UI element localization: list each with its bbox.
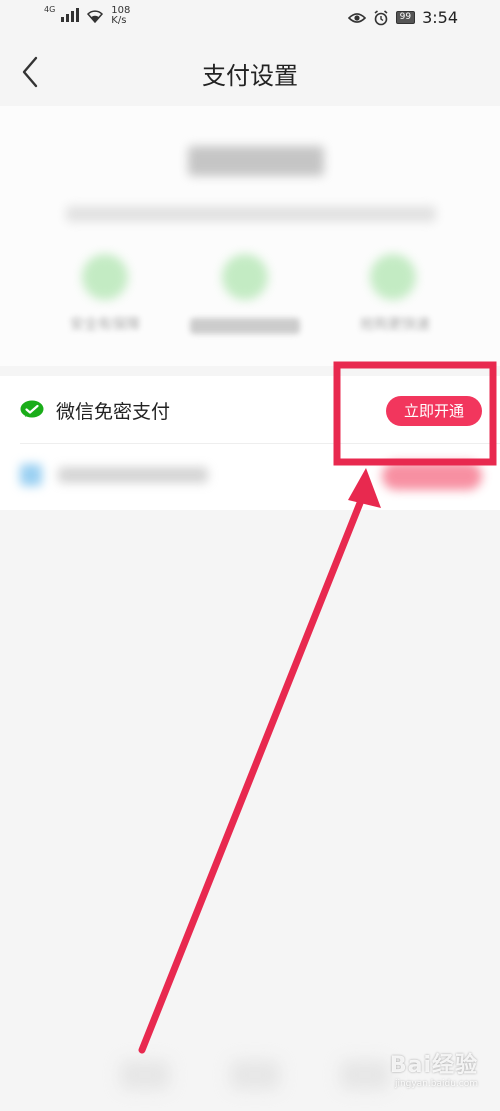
watermark-logo: Bai经验 [389, 1053, 478, 1078]
page-title: 支付设置 [202, 62, 298, 90]
feature-label-speed: 抢购更快速 [360, 317, 430, 333]
activate-button[interactable]: 立即开通 [386, 396, 482, 426]
feature-icon [222, 254, 268, 300]
annotation-arrow [138, 484, 370, 1054]
shield-icon [82, 254, 128, 300]
blurred-payment-icon [20, 464, 42, 486]
speed-icon [370, 254, 416, 300]
eye-icon [347, 12, 366, 23]
status-right: 99 3:54 [347, 8, 458, 27]
wechat-pay-label: 微信免密支付 [56, 401, 171, 423]
watermark-url: jingyan.baidu.com [394, 1079, 478, 1089]
blurred-heading [188, 146, 324, 176]
clock-time: 3:54 [422, 8, 458, 27]
battery-icon: 99 [395, 11, 416, 24]
blurred-bottom-item [120, 1060, 170, 1090]
speed-unit: K/s [111, 15, 127, 26]
blurred-payment-label [58, 467, 208, 483]
blurred-bottom-item [230, 1060, 280, 1090]
alarm-icon [374, 9, 388, 25]
network-type: 4G [44, 5, 56, 14]
feature-label-hidden [190, 318, 300, 334]
wechat-pay-icon [20, 400, 44, 418]
intro-panel: 安全有保障 抢购更快速 [0, 106, 500, 366]
signal-icon [61, 8, 80, 22]
blurred-activate-button[interactable] [382, 462, 482, 490]
status-bar: 4G 108 K/s 99 3:54 [0, 0, 500, 40]
list-item-blurred [0, 444, 500, 510]
wifi-icon [87, 10, 104, 23]
list-item-wechat-pay: 微信免密支付 立即开通 [0, 376, 500, 444]
watermark: Bai经验 jingyan.baidu.com [390, 1047, 478, 1089]
nav-header: 支付设置 [0, 40, 500, 106]
blurred-subtitle [66, 206, 436, 222]
network-speed: 108 K/s [111, 5, 130, 26]
feature-label-security: 安全有保障 [70, 317, 140, 333]
blurred-bottom-item [340, 1060, 390, 1090]
status-left: 4G 108 K/s [44, 5, 130, 26]
